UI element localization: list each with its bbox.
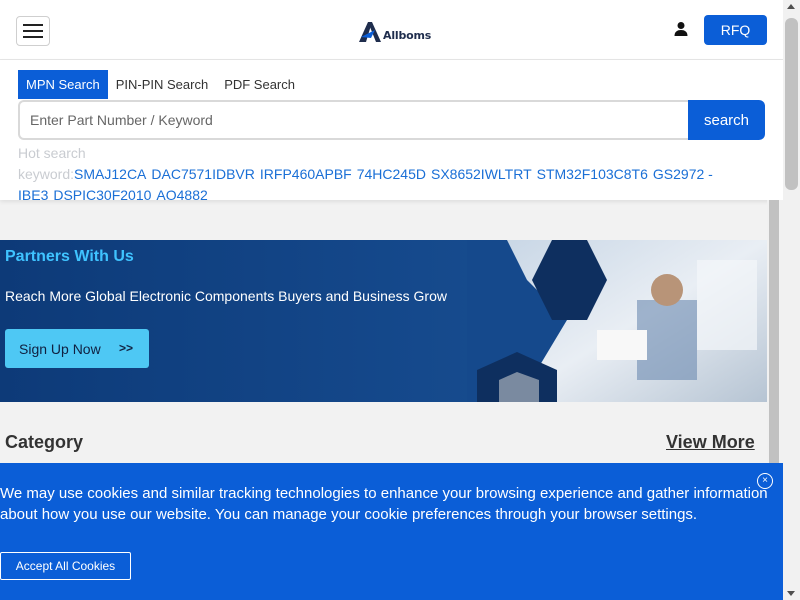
double-chevron-right-icon: >> (118, 341, 133, 355)
search-button[interactable]: search (688, 100, 765, 140)
logo-text: Allboms (383, 29, 432, 42)
tab-pdf-search[interactable]: PDF Search (216, 70, 303, 99)
banner-subtitle: Reach More Global Electronic Components … (5, 288, 447, 304)
content-scrollbar[interactable] (767, 200, 783, 463)
site-header: Allboms RFQ (0, 0, 783, 60)
hot-keyword-link[interactable]: 74HC245D (357, 166, 426, 182)
cookie-message: We may use cookies and similar tracking … (0, 485, 768, 523)
tab-pin-pin-search[interactable]: PIN-PIN Search (108, 70, 216, 99)
search-tabs: MPN Search PIN-PIN Search PDF Search (18, 70, 303, 99)
hot-search-keywords: Hot search keyword:SMAJ12CA DAC7571IDBVR I… (18, 143, 738, 206)
hot-keyword-link[interactable]: IRFP460APBF (260, 166, 352, 182)
partner-banner: Partners With Us Reach More Global Elect… (0, 240, 767, 402)
cookie-consent-banner: We may use cookies and similar tracking … (0, 463, 783, 600)
view-more-link[interactable]: View More (666, 432, 755, 453)
accept-all-cookies-button[interactable]: Accept All Cookies (0, 552, 131, 580)
user-icon[interactable] (673, 21, 689, 37)
rfq-button[interactable]: RFQ (704, 15, 767, 45)
site-logo[interactable]: Allboms (357, 16, 431, 44)
content-scroll-thumb[interactable] (769, 200, 779, 463)
search-input[interactable] (18, 100, 688, 140)
tab-mpn-search[interactable]: MPN Search (18, 70, 108, 99)
scroll-down-arrow-icon[interactable] (787, 591, 795, 596)
page-scrollbar[interactable] (783, 0, 800, 600)
search-section: MPN Search PIN-PIN Search PDF Search sea… (0, 60, 783, 203)
hot-keyword-link[interactable]: SX8652IWLTRT (431, 166, 532, 182)
page-scroll-thumb[interactable] (785, 18, 798, 190)
menu-line (23, 36, 43, 38)
hot-keyword-link[interactable]: DAC7571IDBVR (151, 166, 255, 182)
hot-keyword-link[interactable]: SMAJ12CA (74, 166, 146, 182)
menu-line (23, 30, 43, 32)
sign-up-label: Sign Up Now (19, 340, 101, 357)
logo-mark-icon (359, 22, 381, 42)
hot-keyword-link[interactable]: DSPIC30F2010 (53, 187, 151, 203)
hamburger-menu-icon[interactable] (16, 16, 50, 46)
sign-up-now-button[interactable]: Sign Up Now >> (5, 329, 149, 368)
close-icon[interactable]: × (757, 473, 773, 489)
banner-title: Partners With Us (5, 248, 134, 265)
hot-keyword-link[interactable]: AO4882 (156, 187, 207, 203)
hot-keyword-link[interactable]: STM32F103C8T6 (537, 166, 648, 182)
menu-line (23, 24, 43, 26)
scroll-up-arrow-icon[interactable] (787, 4, 795, 9)
category-title: Category (5, 432, 84, 452)
banner-office-photo (467, 240, 767, 402)
